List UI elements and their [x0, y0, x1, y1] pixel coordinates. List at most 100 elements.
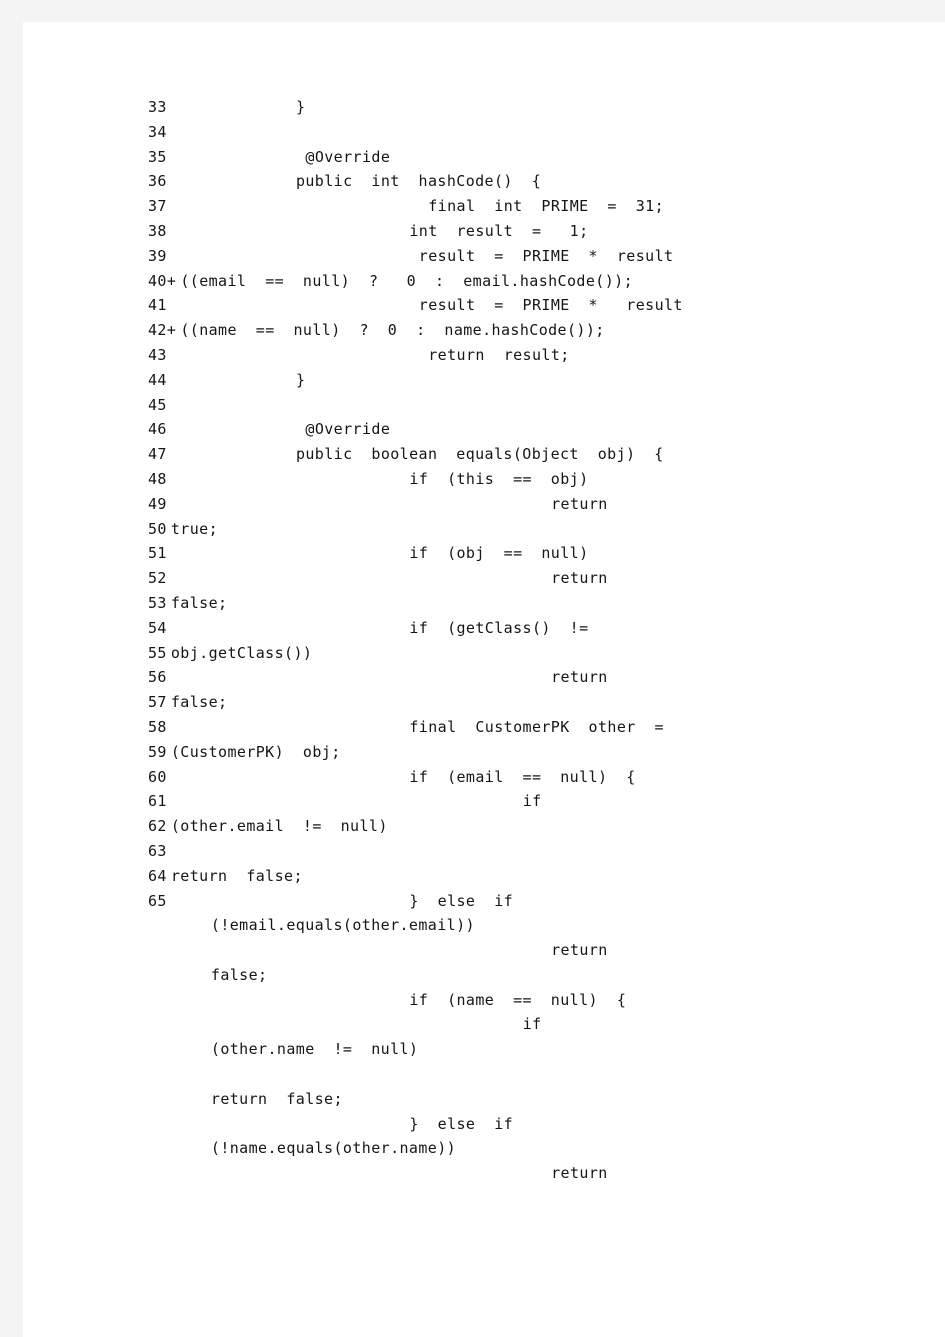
- code-line: 54 if (getClass() !=: [148, 616, 848, 641]
- line-number: 52: [148, 569, 167, 588]
- code-line: 43 return result;: [148, 343, 848, 368]
- code-line: (other.name != null): [148, 1037, 848, 1062]
- code-line: return: [148, 938, 848, 963]
- code-text: if (email == null) {: [409, 767, 636, 786]
- line-number: 48: [148, 469, 167, 488]
- code-line: 35 @Override: [148, 145, 848, 170]
- code-line: 39 result = PRIME * result: [148, 244, 848, 269]
- code-line: 60 if (email == null) {: [148, 765, 848, 790]
- code-line: false;: [148, 963, 848, 988]
- code-text: } else if: [409, 891, 514, 910]
- code-line: 65 } else if: [148, 889, 848, 914]
- code-text: (!name.equals(other.name)): [210, 1139, 457, 1158]
- line-number: 50: [148, 519, 167, 538]
- code-line: 34: [148, 120, 848, 145]
- line-number: 53: [148, 593, 167, 612]
- code-text: if: [522, 792, 542, 811]
- code-text: int result = 1;: [409, 221, 589, 240]
- code-line: 59 (CustomerPK) obj;: [148, 740, 848, 765]
- code-text: @Override: [305, 420, 391, 439]
- line-number: 58: [148, 717, 167, 736]
- code-continuation: obj.getClass()): [170, 643, 313, 662]
- code-line: 37 final int PRIME = 31;: [148, 194, 848, 219]
- line-number: 59: [148, 742, 167, 761]
- line-number: 38: [148, 221, 167, 240]
- code-line: 58 final CustomerPK other =: [148, 715, 848, 740]
- code-line: 51 if (obj == null): [148, 541, 848, 566]
- code-line: 33}: [148, 95, 848, 120]
- code-text: if (this == obj): [409, 469, 589, 488]
- code-text: (other.name != null): [210, 1040, 419, 1059]
- code-text: } else if: [409, 1114, 514, 1133]
- code-text: public int hashCode() {: [295, 172, 542, 191]
- line-number: 63: [148, 841, 167, 860]
- code-text: result = PRIME * result: [418, 296, 683, 315]
- code-continuation: true;: [170, 519, 219, 538]
- line-number: 61: [148, 792, 167, 811]
- code-text: return result;: [428, 345, 570, 364]
- code-line: 63: [148, 839, 848, 864]
- code-text: @Override: [305, 147, 391, 166]
- code-line: 48 if (this == obj): [148, 467, 848, 492]
- line-number: 36: [148, 172, 167, 191]
- line-number: 35: [148, 147, 167, 166]
- code-text: return: [551, 941, 608, 960]
- code-listing: 33} 34 35 @Override 36 public int hashCode() …: [148, 95, 848, 1186]
- code-line: if: [148, 1012, 848, 1037]
- code-text: }: [295, 370, 306, 389]
- code-continuation: (other.email != null): [170, 817, 388, 836]
- code-text: if (obj == null): [409, 544, 589, 563]
- line-number: 64: [148, 866, 167, 885]
- code-continuation: return false;: [170, 866, 303, 885]
- code-text: }: [295, 98, 306, 116]
- code-line: 61 if: [148, 789, 848, 814]
- line-number: 39: [148, 246, 167, 265]
- code-line: return: [148, 1161, 848, 1186]
- code-line: (!name.equals(other.name)): [148, 1136, 848, 1161]
- line-number: 56: [148, 668, 167, 687]
- code-text: if (name == null) {: [409, 990, 627, 1009]
- line-number: 57: [148, 693, 167, 712]
- code-text: if: [522, 1015, 542, 1034]
- code-line: 44}: [148, 368, 848, 393]
- code-text: if (getClass() !=: [409, 618, 589, 637]
- line-number: 44: [148, 370, 167, 389]
- code-continuation: ((name == null) ? 0 : name.hashCode());: [180, 321, 605, 340]
- code-line: 45: [148, 393, 848, 418]
- line-number: 54: [148, 618, 167, 637]
- code-text: final CustomerPK other =: [409, 717, 664, 736]
- line-number: 45: [148, 395, 167, 414]
- code-continuation: false;: [170, 693, 228, 712]
- code-line: return false;: [148, 1087, 848, 1112]
- code-line: } else if: [148, 1112, 848, 1137]
- code-continuation: ((email == null) ? 0 : email.hashCode())…: [180, 271, 634, 290]
- code-text: final int PRIME = 31;: [428, 197, 665, 216]
- code-line: 38 int result = 1;: [148, 219, 848, 244]
- code-text: result = PRIME * result: [418, 246, 674, 265]
- line-number: 46: [148, 420, 167, 439]
- line-number: 37: [148, 197, 167, 216]
- code-line: 55 obj.getClass()): [148, 641, 848, 666]
- code-text: public boolean equals(Object obj) {: [295, 445, 664, 464]
- code-text: return: [551, 494, 608, 513]
- code-text: false;: [210, 965, 268, 984]
- code-text: return: [551, 668, 608, 687]
- line-number: 51: [148, 544, 167, 563]
- code-line: 62 (other.email != null): [148, 814, 848, 839]
- line-number: 47: [148, 445, 167, 464]
- code-line: 47 public boolean equals(Object obj) {: [148, 442, 848, 467]
- code-text: return: [551, 569, 608, 588]
- code-line: (!email.equals(other.email)): [148, 913, 848, 938]
- code-line: 50 true;: [148, 517, 848, 542]
- code-line: 57 false;: [148, 690, 848, 715]
- line-number: 42+: [148, 321, 177, 340]
- code-line: 36 public int hashCode() {: [148, 169, 848, 194]
- line-number: 40+: [148, 271, 177, 290]
- code-continuation: (CustomerPK) obj;: [170, 742, 341, 761]
- document-page: 33} 34 35 @Override 36 public int hashCode() …: [23, 22, 945, 1337]
- code-text: (!email.equals(other.email)): [210, 916, 475, 935]
- line-number: 65: [148, 891, 167, 910]
- line-number: 43: [148, 345, 167, 364]
- line-number: 55: [148, 643, 167, 662]
